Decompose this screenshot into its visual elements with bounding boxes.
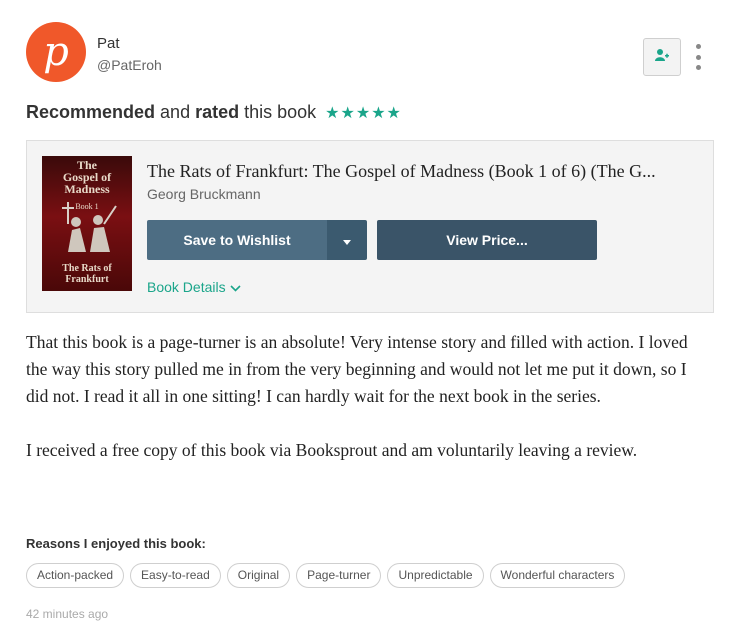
user-handle[interactable]: @PatEroh: [97, 57, 162, 73]
caret-down-icon: [343, 233, 351, 248]
reason-tag[interactable]: Original: [226, 563, 291, 588]
review-headline: Recommended and rated this book ★★★★★: [26, 102, 402, 122]
headline-rated: rated: [195, 102, 240, 122]
book-title[interactable]: The Rats of Frankfurt: The Gospel of Mad…: [147, 161, 702, 182]
review-text: That this book is a page-turner is an ab…: [26, 329, 706, 464]
review-paragraph: I received a free copy of this book via …: [26, 440, 638, 460]
reason-tag[interactable]: Page-turner: [296, 563, 382, 588]
more-vertical-icon: [695, 44, 701, 49]
reason-tag[interactable]: Unpredictable: [387, 563, 484, 588]
book-card: The Gospel of Madness Book 1 The Rats of…: [26, 140, 714, 313]
more-options-button[interactable]: [690, 44, 706, 70]
reasons-title: Reasons I enjoyed this book:: [26, 536, 206, 551]
wishlist-dropdown-button[interactable]: [327, 220, 367, 260]
follow-button[interactable]: [643, 38, 681, 76]
avatar[interactable]: p: [26, 22, 86, 82]
cover-illustration: [62, 202, 117, 252]
view-price-button[interactable]: View Price...: [377, 220, 597, 260]
reason-tags: Action-packed Easy-to-read Original Page…: [26, 563, 626, 588]
reason-tag[interactable]: Easy-to-read: [130, 563, 221, 588]
book-author[interactable]: Georg Bruckmann: [147, 186, 261, 202]
review-paragraph: That this book is a page-turner is an ab…: [26, 332, 688, 406]
timestamp[interactable]: 42 minutes ago: [26, 607, 108, 621]
wishlist-group: Save to Wishlist: [147, 220, 367, 260]
book-cover[interactable]: The Gospel of Madness Book 1 The Rats of…: [42, 156, 132, 291]
headline-recommended: Recommended: [26, 102, 156, 122]
user-name[interactable]: Pat: [97, 35, 120, 52]
star-rating: ★★★★★: [325, 105, 402, 122]
book-details-link[interactable]: Book Details: [147, 279, 241, 295]
save-to-wishlist-button[interactable]: Save to Wishlist: [147, 220, 327, 260]
reason-tag[interactable]: Action-packed: [26, 563, 125, 588]
chevron-down-icon: [226, 279, 241, 295]
reason-tag[interactable]: Wonderful characters: [489, 563, 626, 588]
add-user-icon: [655, 48, 669, 67]
